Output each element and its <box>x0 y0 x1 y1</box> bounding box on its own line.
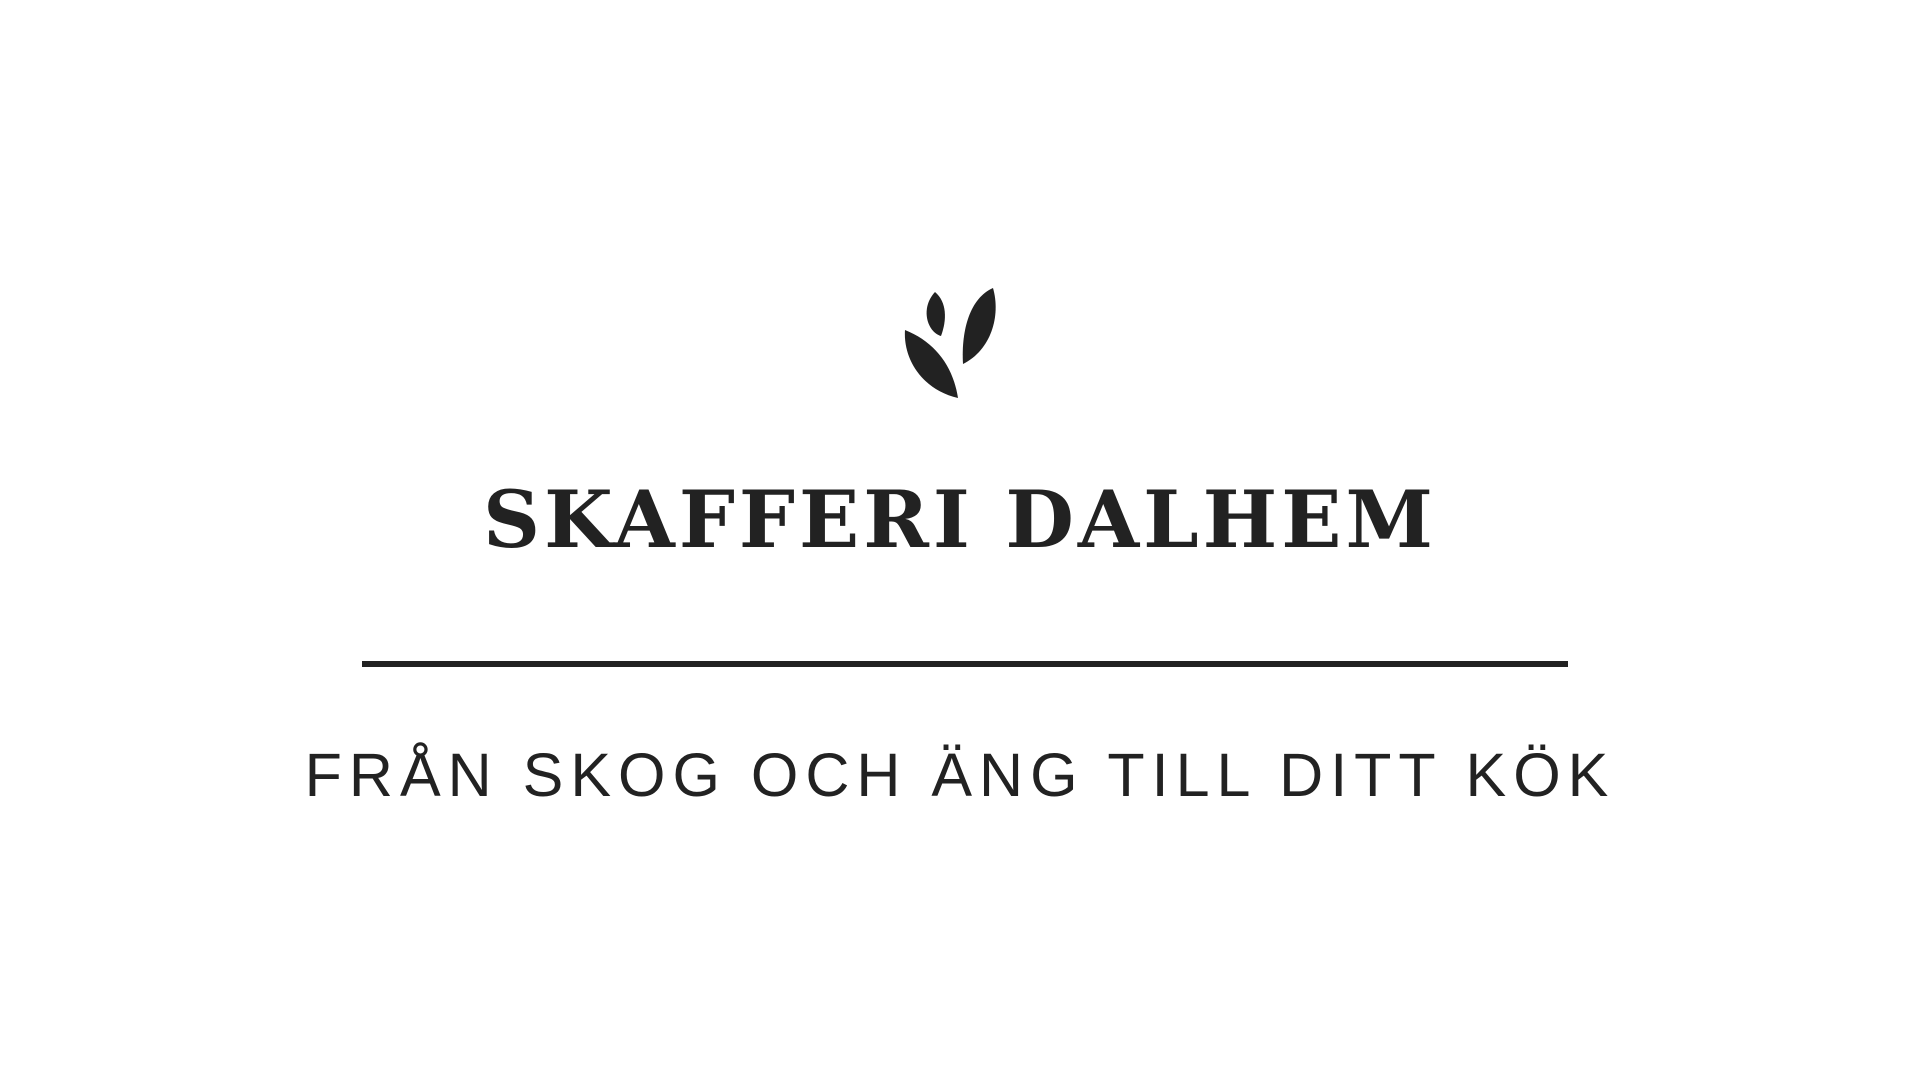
divider <box>362 661 1568 667</box>
leaf-wide <box>904 330 958 398</box>
leaf-tall <box>962 288 996 364</box>
brand-tagline: FRÅN SKOG OCH ÄNG TILL DITT KÖK <box>304 741 1616 809</box>
leaf-small <box>926 292 945 336</box>
leaf-sprout-icon <box>904 288 996 398</box>
brand-name: SKAFFERI DALHEM <box>483 473 1437 566</box>
